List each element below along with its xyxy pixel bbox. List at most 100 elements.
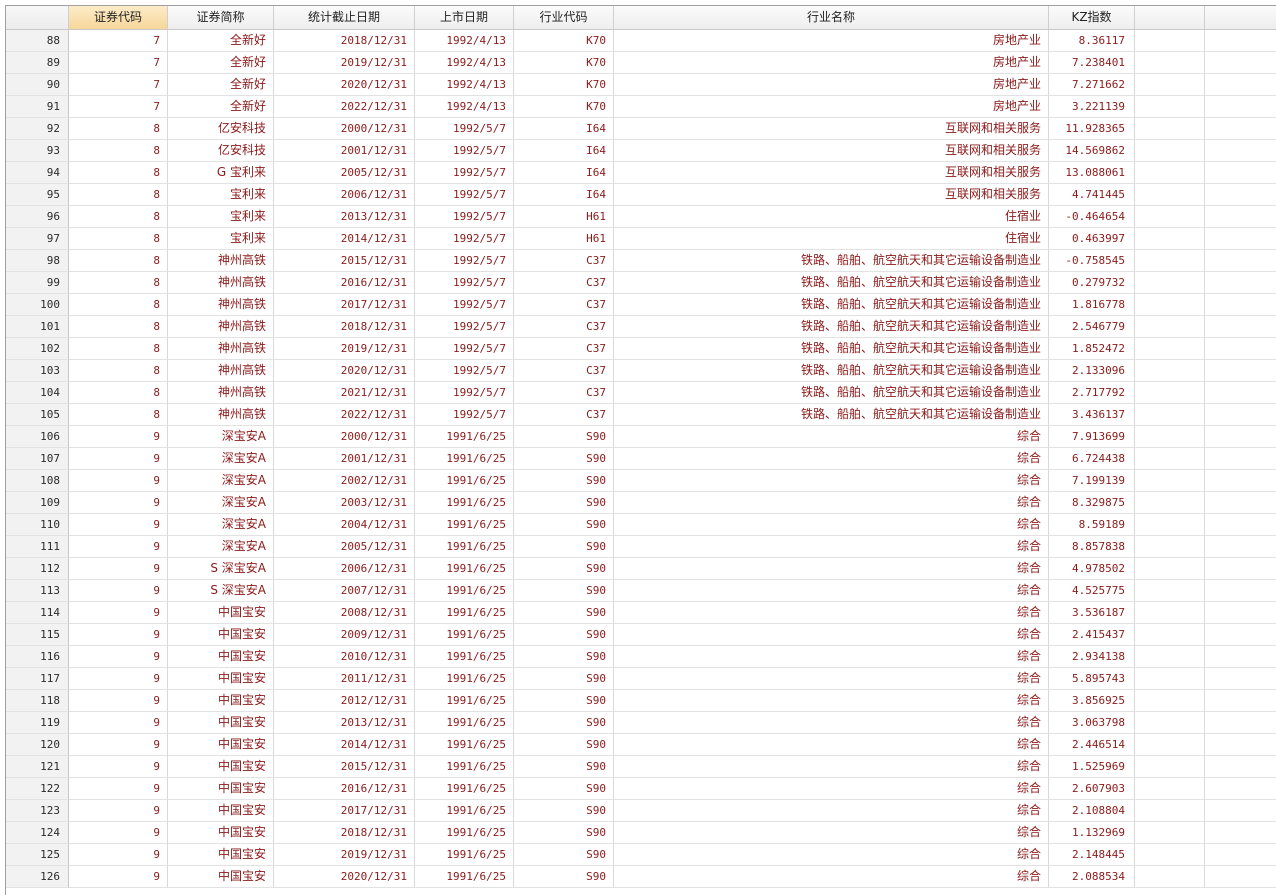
listing-date-cell[interactable]: 1992/5/7	[415, 140, 514, 162]
table-row[interactable]: 120 9 中国宝安 2014/12/31 1991/6/25 S90 综合 2.446514	[6, 734, 1276, 756]
table-row[interactable]: 119 9 中国宝安 2013/12/31 1991/6/25 S90 综合 3.063798	[6, 712, 1276, 734]
industry-name-cell[interactable]: 综合	[614, 844, 1049, 866]
industry-name-cell[interactable]: 房地产业	[614, 74, 1049, 96]
industry-code-cell[interactable]: I64	[514, 140, 614, 162]
empty-cell[interactable]	[1135, 184, 1205, 206]
row-number-cell[interactable]: 115	[6, 624, 69, 646]
industry-code-cell[interactable]: S90	[514, 536, 614, 558]
industry-code-cell[interactable]: K70	[514, 96, 614, 118]
security-code-cell[interactable]: 9	[69, 580, 168, 602]
table-row[interactable]: 125 9 中国宝安 2019/12/31 1991/6/25 S90 综合 2.148445	[6, 844, 1276, 866]
table-row[interactable]: 118 9 中国宝安 2012/12/31 1991/6/25 S90 综合 3.856925	[6, 690, 1276, 712]
security-code-cell[interactable]: 8	[69, 404, 168, 426]
table-row[interactable]: 97 8 宝利来 2014/12/31 1992/5/7 H61 住宿业 0.463997	[6, 228, 1276, 250]
empty-cell[interactable]	[1135, 162, 1205, 184]
industry-code-cell[interactable]: S90	[514, 778, 614, 800]
kz-index-cell[interactable]: 2.415437	[1049, 624, 1135, 646]
kz-index-cell[interactable]: 2.148445	[1049, 844, 1135, 866]
security-code-cell[interactable]: 9	[69, 492, 168, 514]
table-row[interactable]: 104 8 神州高铁 2021/12/31 1992/5/7 C37 铁路、船舶、航空航天和…	[6, 382, 1276, 404]
row-number-cell[interactable]: 123	[6, 800, 69, 822]
security-name-cell[interactable]: 神州高铁	[168, 316, 274, 338]
empty-cell[interactable]	[1135, 822, 1205, 844]
table-row[interactable]: 93 8 亿安科技 2001/12/31 1992/5/7 I64 互联网和相关服务 14.5…	[6, 140, 1276, 162]
industry-name-cell[interactable]: 综合	[614, 866, 1049, 888]
industry-name-cell[interactable]: 铁路、船舶、航空航天和其它运输设备制造业	[614, 382, 1049, 404]
kz-index-cell[interactable]: 6.724438	[1049, 448, 1135, 470]
stat-date-cell[interactable]: 2001/12/31	[274, 140, 415, 162]
column-header-industry-name[interactable]: 行业名称	[614, 6, 1049, 30]
kz-index-cell[interactable]: 4.978502	[1049, 558, 1135, 580]
listing-date-cell[interactable]: 1992/4/13	[415, 96, 514, 118]
stat-date-cell[interactable]: 2007/12/31	[274, 580, 415, 602]
industry-code-cell[interactable]: S90	[514, 558, 614, 580]
security-code-cell[interactable]: 8	[69, 338, 168, 360]
security-code-cell[interactable]: 8	[69, 250, 168, 272]
stat-date-cell[interactable]: 2003/12/31	[274, 492, 415, 514]
security-code-cell[interactable]: 8	[69, 382, 168, 404]
row-number-cell[interactable]: 96	[6, 206, 69, 228]
empty-cell[interactable]	[1135, 360, 1205, 382]
row-number-cell[interactable]: 108	[6, 470, 69, 492]
row-number-cell[interactable]: 118	[6, 690, 69, 712]
empty-cell[interactable]	[1205, 74, 1276, 96]
stat-date-cell[interactable]: 2000/12/31	[274, 118, 415, 140]
security-name-cell[interactable]: 宝利来	[168, 228, 274, 250]
row-number-cell[interactable]: 110	[6, 514, 69, 536]
row-number-cell[interactable]: 99	[6, 272, 69, 294]
security-name-cell[interactable]: 中国宝安	[168, 712, 274, 734]
row-number-cell[interactable]: 119	[6, 712, 69, 734]
industry-name-cell[interactable]: 综合	[614, 492, 1049, 514]
listing-date-cell[interactable]: 1991/6/25	[415, 470, 514, 492]
security-name-cell[interactable]: 中国宝安	[168, 866, 274, 888]
security-code-cell[interactable]: 9	[69, 448, 168, 470]
listing-date-cell[interactable]: 1992/5/7	[415, 382, 514, 404]
industry-code-cell[interactable]: I64	[514, 118, 614, 140]
listing-date-cell[interactable]: 1992/5/7	[415, 228, 514, 250]
kz-index-cell[interactable]: 8.857838	[1049, 536, 1135, 558]
empty-cell[interactable]	[1135, 140, 1205, 162]
empty-cell[interactable]	[1205, 96, 1276, 118]
industry-code-cell[interactable]: K70	[514, 52, 614, 74]
empty-cell[interactable]	[1205, 250, 1276, 272]
industry-name-cell[interactable]: 住宿业	[614, 206, 1049, 228]
table-row[interactable]: 112 9 S 深宝安A 2006/12/31 1991/6/25 S90 综合 4.9785…	[6, 558, 1276, 580]
industry-code-cell[interactable]: S90	[514, 580, 614, 602]
row-number-cell[interactable]: 94	[6, 162, 69, 184]
stat-date-cell[interactable]: 2000/12/31	[274, 426, 415, 448]
industry-name-cell[interactable]: 铁路、船舶、航空航天和其它运输设备制造业	[614, 404, 1049, 426]
industry-name-cell[interactable]: 综合	[614, 470, 1049, 492]
table-row[interactable]: 90 7 全新好 2020/12/31 1992/4/13 K70 房地产业 7.271662	[6, 74, 1276, 96]
table-row[interactable]: 111 9 深宝安A 2005/12/31 1991/6/25 S90 综合 8.857838	[6, 536, 1276, 558]
empty-cell[interactable]	[1205, 52, 1276, 74]
kz-index-cell[interactable]: -0.758545	[1049, 250, 1135, 272]
empty-cell[interactable]	[1205, 448, 1276, 470]
empty-cell[interactable]	[1135, 536, 1205, 558]
empty-cell[interactable]	[1205, 470, 1276, 492]
table-row[interactable]: 92 8 亿安科技 2000/12/31 1992/5/7 I64 互联网和相关服务 11.9…	[6, 118, 1276, 140]
listing-date-cell[interactable]: 1991/6/25	[415, 712, 514, 734]
kz-index-cell[interactable]: 2.717792	[1049, 382, 1135, 404]
empty-cell[interactable]	[1135, 52, 1205, 74]
empty-cell[interactable]	[1205, 118, 1276, 140]
stat-date-cell[interactable]: 2005/12/31	[274, 536, 415, 558]
stat-date-cell[interactable]: 2016/12/31	[274, 778, 415, 800]
listing-date-cell[interactable]: 1992/5/7	[415, 272, 514, 294]
kz-index-cell[interactable]: 0.279732	[1049, 272, 1135, 294]
table-row[interactable]: 117 9 中国宝安 2011/12/31 1991/6/25 S90 综合 5.895743	[6, 668, 1276, 690]
row-number-cell[interactable]: 114	[6, 602, 69, 624]
table-row[interactable]: 91 7 全新好 2022/12/31 1992/4/13 K70 房地产业 3.221139	[6, 96, 1276, 118]
industry-name-cell[interactable]: 铁路、船舶、航空航天和其它运输设备制造业	[614, 272, 1049, 294]
industry-code-cell[interactable]: S90	[514, 602, 614, 624]
security-code-cell[interactable]: 8	[69, 316, 168, 338]
industry-name-cell[interactable]: 铁路、船舶、航空航天和其它运输设备制造业	[614, 360, 1049, 382]
table-row[interactable]: 101 8 神州高铁 2018/12/31 1992/5/7 C37 铁路、船舶、航空航天和…	[6, 316, 1276, 338]
industry-name-cell[interactable]: 综合	[614, 558, 1049, 580]
row-number-cell[interactable]: 116	[6, 646, 69, 668]
industry-code-cell[interactable]: C37	[514, 316, 614, 338]
kz-index-cell[interactable]: 1.816778	[1049, 294, 1135, 316]
empty-cell[interactable]	[1135, 30, 1205, 52]
stat-date-cell[interactable]: 2019/12/31	[274, 52, 415, 74]
security-name-cell[interactable]: G 宝利来	[168, 162, 274, 184]
security-name-cell[interactable]: 中国宝安	[168, 800, 274, 822]
